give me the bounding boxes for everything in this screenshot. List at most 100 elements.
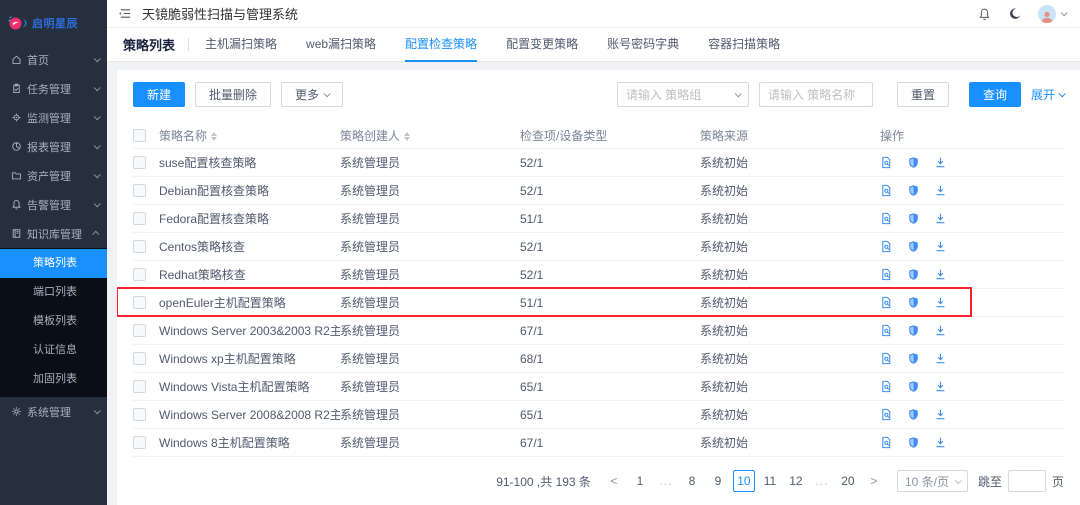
row-checkbox[interactable]: [133, 436, 146, 449]
tab[interactable]: 账号密码字典: [607, 28, 679, 62]
row-checkbox[interactable]: [133, 240, 146, 253]
page-number-button[interactable]: 11: [759, 470, 781, 492]
row-checkbox[interactable]: [133, 184, 146, 197]
pagination-summary: 91-100 ,共 193 条: [496, 473, 591, 490]
file-search-icon[interactable]: [880, 408, 893, 421]
page-number-button[interactable]: 9: [707, 470, 729, 492]
more-button[interactable]: 更多: [281, 82, 343, 107]
sidebar-item-2[interactable]: 监测管理: [0, 103, 107, 132]
sidebar-subitem[interactable]: 策略列表: [0, 249, 107, 278]
page-number-button[interactable]: 12: [785, 470, 807, 492]
page-ellipsis[interactable]: ...: [655, 470, 677, 492]
sidebar-subitem[interactable]: 端口列表: [0, 278, 107, 307]
user-menu[interactable]: [1038, 5, 1066, 23]
row-checkbox[interactable]: [133, 324, 146, 337]
sidebar-subitem[interactable]: 模板列表: [0, 307, 107, 336]
sidebar-item-3[interactable]: 报表管理: [0, 132, 107, 161]
sidebar-item-7[interactable]: 系统管理: [0, 397, 107, 426]
page-number-button[interactable]: 1: [629, 470, 651, 492]
policy-name-input[interactable]: [759, 82, 873, 107]
download-icon[interactable]: [934, 240, 947, 253]
shield-icon[interactable]: [907, 184, 920, 197]
chevron-down-icon: [94, 200, 101, 207]
jump-page-input[interactable]: [1008, 470, 1046, 492]
menu-fold-icon[interactable]: [119, 7, 132, 20]
tab[interactable]: 主机漏扫策略: [205, 28, 277, 62]
file-search-icon[interactable]: [880, 212, 893, 225]
sidebar-item-6[interactable]: 知识库管理: [0, 219, 107, 248]
page-number-button[interactable]: 8: [681, 470, 703, 492]
file-search-icon[interactable]: [880, 352, 893, 365]
download-icon[interactable]: [934, 408, 947, 421]
file-search-icon[interactable]: [880, 380, 893, 393]
select-all-checkbox[interactable]: [133, 129, 146, 142]
tab[interactable]: 配置变更策略: [506, 28, 578, 62]
bell-icon[interactable]: [978, 7, 991, 21]
row-checkbox[interactable]: [133, 212, 146, 225]
task-icon: [10, 83, 22, 95]
page-size-select[interactable]: 10 条/页: [897, 470, 968, 492]
download-icon[interactable]: [934, 324, 947, 337]
query-button[interactable]: 查询: [969, 82, 1021, 107]
file-search-icon[interactable]: [880, 156, 893, 169]
download-icon[interactable]: [934, 212, 947, 225]
tab[interactable]: 容器扫描策略: [708, 28, 780, 62]
file-search-icon[interactable]: [880, 268, 893, 281]
brand-logo[interactable]: 启明星辰: [0, 0, 107, 45]
shield-icon[interactable]: [907, 212, 920, 225]
cell-operations: [880, 324, 1064, 337]
row-checkbox[interactable]: [133, 352, 146, 365]
prev-page-button[interactable]: <: [603, 470, 625, 492]
shield-icon[interactable]: [907, 156, 920, 169]
sidebar-item-5[interactable]: 告警管理: [0, 190, 107, 219]
row-checkbox[interactable]: [133, 156, 146, 169]
file-search-icon[interactable]: [880, 436, 893, 449]
page-number-button[interactable]: 20: [837, 470, 859, 492]
sidebar-item-1[interactable]: 任务管理: [0, 74, 107, 103]
file-search-icon[interactable]: [880, 324, 893, 337]
shield-icon[interactable]: [907, 436, 920, 449]
reset-button[interactable]: 重置: [897, 82, 949, 107]
expand-toggle[interactable]: 展开: [1031, 86, 1064, 103]
sidebar-subitem[interactable]: 认证信息: [0, 336, 107, 365]
row-checkbox[interactable]: [133, 380, 146, 393]
shield-icon[interactable]: [907, 324, 920, 337]
tab[interactable]: web漏扫策略: [306, 28, 376, 62]
download-icon[interactable]: [934, 184, 947, 197]
download-icon[interactable]: [934, 352, 947, 365]
app-title: 天镜脆弱性扫描与管理系统: [142, 4, 298, 23]
tab[interactable]: 配置检查策略: [405, 28, 477, 62]
row-checkbox[interactable]: [133, 268, 146, 281]
batch-delete-button[interactable]: 批量删除: [195, 82, 271, 107]
sort-icon[interactable]: [404, 132, 410, 141]
policy-group-select[interactable]: 请输入 策略组: [617, 82, 749, 107]
topbar-actions: [978, 5, 1066, 23]
cell-check-items: 65/1: [520, 408, 700, 422]
shield-icon[interactable]: [907, 352, 920, 365]
sort-icon[interactable]: [211, 132, 217, 141]
sidebar-item-0[interactable]: 首页: [0, 45, 107, 74]
page-number-button[interactable]: 10: [733, 470, 755, 492]
shield-icon[interactable]: [907, 380, 920, 393]
download-icon[interactable]: [934, 156, 947, 169]
download-icon[interactable]: [934, 296, 947, 309]
download-icon[interactable]: [934, 436, 947, 449]
row-checkbox[interactable]: [133, 408, 146, 421]
file-search-icon[interactable]: [880, 184, 893, 197]
sidebar-subitem[interactable]: 加固列表: [0, 365, 107, 394]
next-page-button[interactable]: >: [863, 470, 885, 492]
download-icon[interactable]: [934, 268, 947, 281]
new-button[interactable]: 新建: [133, 82, 185, 107]
shield-icon[interactable]: [907, 240, 920, 253]
row-checkbox[interactable]: [133, 296, 146, 309]
sidebar-item-4[interactable]: 资产管理: [0, 161, 107, 190]
cell-policy-name: Redhat策略核查: [159, 266, 340, 283]
shield-icon[interactable]: [907, 408, 920, 421]
file-search-icon[interactable]: [880, 240, 893, 253]
moon-icon[interactable]: [1008, 7, 1021, 20]
page-ellipsis[interactable]: ...: [811, 470, 833, 492]
download-icon[interactable]: [934, 380, 947, 393]
shield-icon[interactable]: [907, 296, 920, 309]
shield-icon[interactable]: [907, 268, 920, 281]
file-search-icon[interactable]: [880, 296, 893, 309]
